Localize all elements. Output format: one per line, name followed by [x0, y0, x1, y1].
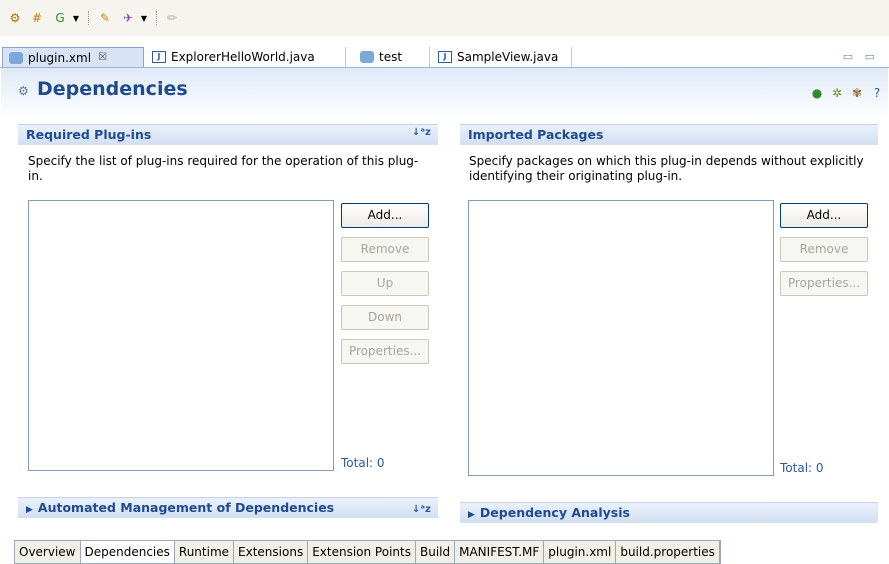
editor-tab-bar: plugin.xml ☒ J ExplorerHelloWorld.java t… [0, 36, 889, 68]
help-icon[interactable]: ? [870, 86, 884, 100]
tab-overview[interactable]: Overview [15, 541, 81, 563]
tab-test[interactable]: test [354, 47, 430, 67]
remove-button[interactable]: Remove [341, 237, 429, 262]
add-button[interactable]: Add... [780, 203, 868, 228]
close-icon[interactable]: ☒ [98, 52, 107, 63]
tab-build[interactable]: Build [415, 541, 456, 563]
section-title: Imported Packages [468, 127, 604, 142]
imported-total: Total: 0 [780, 461, 824, 475]
tab-label: test [379, 50, 403, 64]
dependencies-icon: ⚙ [18, 84, 29, 98]
imported-packages-header: Imported Packages [460, 124, 878, 145]
tab-explorerhelloworld[interactable]: J ExplorerHelloWorld.java [146, 47, 346, 67]
tab-extension-points[interactable]: Extension Points [308, 541, 416, 563]
tab-plugin-xml[interactable]: plugin.xml [544, 541, 617, 563]
automated-management-header[interactable]: ▶ Automated Management of Dependencies [18, 497, 438, 518]
run-icon[interactable]: ● [810, 86, 824, 100]
page-title: Dependencies [37, 78, 188, 100]
properties-button[interactable]: Properties... [341, 339, 429, 364]
tab-extensions[interactable]: Extensions [234, 541, 309, 563]
tab-sampleview[interactable]: J SampleView.java [432, 47, 572, 67]
required-description: Specify the list of plug-ins required fo… [28, 154, 419, 183]
tab-label: ExplorerHelloWorld.java [171, 50, 315, 64]
export-icon[interactable]: ✾ [850, 86, 864, 100]
remove-button[interactable]: Remove [780, 237, 868, 262]
toolbar-separator [88, 11, 89, 25]
imported-packages-list[interactable] [468, 200, 774, 476]
tab-dependencies[interactable]: Dependencies [80, 541, 175, 563]
run-icon[interactable]: G [53, 11, 67, 25]
up-button[interactable]: Up [341, 271, 429, 296]
main-toolbar: ⚙ # G ▼ ✎ ✈ ▼ ✏ [0, 0, 889, 36]
java-file-icon: J [152, 51, 166, 63]
dropdown-icon[interactable]: ▼ [72, 11, 80, 25]
tab-label: SampleView.java [457, 50, 559, 64]
plugin-wizard-icon[interactable]: ⚙ [8, 11, 22, 25]
required-plugins-header: Required Plug-ins [18, 124, 438, 145]
minimize-maximize-icon[interactable]: ▭ ▭ [843, 50, 879, 63]
required-total: Total: 0 [341, 456, 385, 470]
plugin-file-icon [9, 51, 23, 64]
tab-build-properties[interactable]: build.properties [616, 541, 720, 563]
sort-icon[interactable]: ↓ᵃz [412, 127, 431, 138]
java-file-icon: J [438, 51, 452, 63]
section-title: Automated Management of Dependencies [37, 500, 335, 515]
grid-plugin-icon[interactable]: # [30, 11, 44, 25]
toolbar-separator [156, 11, 157, 25]
section-title: Required Plug-ins [26, 127, 152, 142]
sort-icon[interactable]: ↓ᵃz [412, 504, 431, 515]
properties-button[interactable]: Properties... [780, 271, 868, 296]
required-plugins-list[interactable] [28, 200, 334, 471]
open-folder-icon[interactable]: ✎ [97, 11, 113, 25]
down-button[interactable]: Down [341, 305, 429, 330]
tab-manifest[interactable]: MANIFEST.MF [455, 541, 545, 563]
tab-label: plugin.xml [28, 50, 92, 65]
expand-icon[interactable]: ▶ [468, 510, 475, 520]
dependency-analysis-header[interactable]: ▶ Dependency Analysis [460, 502, 878, 523]
tab-plugin-xml[interactable]: plugin.xml ☒ [2, 47, 144, 67]
dropdown-icon[interactable]: ▼ [140, 11, 148, 25]
tool-icon[interactable]: ✈ [120, 11, 136, 25]
page-tab-bar: Overview Dependencies Runtime Extensions… [14, 540, 721, 564]
add-button[interactable]: Add... [341, 203, 429, 228]
plugin-file-icon [360, 51, 374, 63]
expand-icon[interactable]: ▶ [26, 505, 33, 515]
debug-icon[interactable]: ✲ [830, 86, 844, 100]
imported-description: Specify packages on which this plug-in d… [469, 154, 864, 183]
pencil-icon[interactable]: ✏ [165, 11, 179, 25]
section-title: Dependency Analysis [479, 505, 630, 520]
tab-runtime[interactable]: Runtime [174, 541, 235, 563]
